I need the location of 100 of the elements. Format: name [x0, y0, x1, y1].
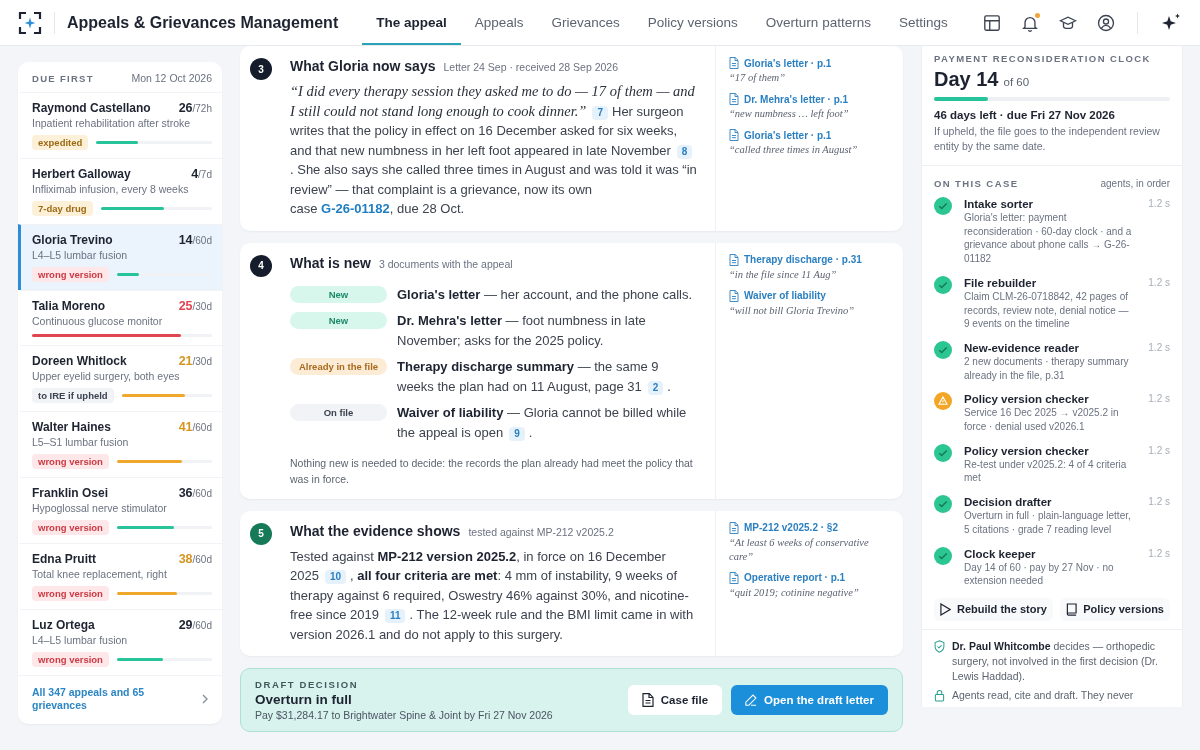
case-link[interactable]: G-26-01182	[321, 201, 390, 216]
agent-duration: 1.2 s	[1148, 340, 1170, 355]
agent-detail: Gloria's letter: payment reconsideration · 60-day clock · and a grievance about phone calls → G-26-01182	[964, 211, 1133, 266]
agent-duration: 1.2 s	[1148, 197, 1170, 211]
member-name: Edna Pruitt	[32, 552, 96, 566]
citation-link[interactable]: 2	[647, 380, 664, 395]
member-name: Doreen Whitlock	[32, 354, 127, 368]
agent-detail: Re-test under v2025.2: 4 of 4 criteria met	[964, 457, 1128, 486]
service-text: Infliximab infusion, every 8 weeks	[32, 183, 190, 195]
rebuild-story-button[interactable]: Rebuild the story	[934, 597, 1053, 621]
agent-duration: 1.2 s	[1148, 443, 1170, 458]
day-count: 41/60d	[178, 420, 212, 434]
all-appeals-link[interactable]: All 347 appeals and 65 grievances	[32, 686, 182, 712]
source-link[interactable]: Gloria's letter · p.1	[744, 129, 832, 141]
member-name: Gloria Trevino	[32, 233, 113, 247]
agents-heading: ON THIS CASE	[934, 178, 1019, 189]
service-text: Total knee replacement, right	[32, 568, 168, 580]
appeal-list-item[interactable]: Walter Haines 41/60d L5–S1 lumbar fusion wrong version	[18, 411, 222, 477]
source-link[interactable]: Operative report · p.1	[744, 572, 846, 583]
service-text: L4–L5 lumbar fusion	[32, 634, 129, 646]
agent-detail: Claim CLM-26-0718842, 42 pages of records, review note, denial notice — 9 events on the timeline	[964, 289, 1130, 331]
step-number: 3	[250, 58, 272, 80]
document-status-tag: On file	[290, 403, 387, 421]
nav-tab[interactable]: Overturn patterns	[751, 0, 885, 45]
agent-detail: 2 new documents · therapy summary already in the file, p.31	[964, 354, 1130, 383]
policy-versions-button[interactable]: Policy versions	[1060, 597, 1170, 621]
check-circle-icon	[934, 546, 952, 565]
appeal-list-item[interactable]: Talia Moreno 25/30d Continuous glucose monitor	[18, 290, 222, 345]
day-count: 25/30d	[178, 299, 212, 313]
appeal-list-item[interactable]: Raymond Castellano 26/72h Inpatient rehabilitation after stroke expedited	[18, 92, 222, 158]
shield-check-icon	[934, 639, 945, 653]
day-count: 14/60d	[178, 233, 212, 247]
check-circle-icon	[934, 340, 952, 359]
section-title: What is new	[290, 254, 371, 271]
queue-heading: DUE FIRST	[32, 72, 94, 84]
citation-link[interactable]: 9	[509, 426, 525, 441]
days-remaining: 46 days left · due Fri 27 Nov 2026	[934, 109, 1116, 121]
source-quote: “17 of them”	[729, 71, 786, 85]
document-status-tag: Already in the file	[290, 357, 387, 375]
appeal-list-item[interactable]: Edna Pruitt 38/60d Total knee replacement, right wrong version	[18, 543, 222, 609]
day-count: 36/60d	[178, 486, 212, 500]
account-icon[interactable]	[1097, 13, 1115, 32]
document-icon	[729, 289, 739, 302]
citation-link[interactable]: 8	[676, 144, 693, 159]
member-name: Raymond Castellano	[32, 101, 151, 115]
agent-duration: 1.2 s	[1148, 495, 1170, 510]
service-text: L5–S1 lumbar fusion	[32, 436, 130, 448]
appeal-list-item[interactable]: Gloria Trevino 14/60d L4–L5 lumbar fusion wrong version	[18, 224, 222, 290]
source-link[interactable]: Therapy discharge · p.31	[744, 254, 862, 265]
day-count: 29/60d	[178, 618, 212, 632]
document-summary: Waiver of liability — Gloria cannot be billed while the appeal is open 9 .	[397, 403, 688, 443]
source-link[interactable]: Dr. Mehra's letter · p.1	[744, 93, 849, 105]
status-tag: wrong version	[32, 453, 109, 469]
status-tag: wrong version	[32, 651, 109, 667]
appeal-list-item[interactable]: Doreen Whitlock 21/30d Upper eyelid surgery, both eyes to IRE if upheld	[18, 345, 222, 411]
clock-note: If upheld, the file goes to the independent review entity by the same date.	[934, 124, 1161, 153]
case-file-button[interactable]: Case file	[627, 685, 723, 715]
chevron-right-icon[interactable]	[202, 694, 208, 704]
status-tag: wrong version	[32, 519, 109, 535]
agents-order-note: agents, in order	[1100, 178, 1170, 189]
document-summary: Therapy discharge summary — the same 9 weeks the plan had on 11 August, page 31 2 .	[397, 357, 672, 397]
member-name: Herbert Galloway	[32, 167, 131, 181]
appeal-list-item[interactable]: Luz Ortega 29/60d L4–L5 lumbar fusion wrong version	[18, 609, 222, 675]
step-number: 4	[250, 254, 272, 277]
source-link[interactable]: MP-212 v2025.2 · §2	[744, 522, 838, 533]
service-text: Inpatient rehabilitation after stroke	[32, 117, 192, 129]
member-name: Talia Moreno	[32, 299, 106, 313]
section-note: Nothing new is needed to decide: the records the plan already had meet the policy that was in force.	[290, 455, 694, 487]
service-text: Upper eyelid surgery, both eyes	[32, 370, 181, 382]
agent-name: Intake sorter	[964, 197, 1035, 211]
citation-link[interactable]: 11	[384, 609, 406, 623]
citation-link[interactable]: 10	[324, 570, 347, 584]
layout-icon[interactable]	[983, 13, 1001, 32]
appeal-list-item[interactable]: Franklin Osei 36/60d Hypoglossal nerve stimulator wrong version	[18, 477, 222, 543]
section-meta: tested against MP-212 v2025.2	[468, 525, 614, 538]
source-quote: “called three times in August”	[729, 143, 859, 157]
decision-title: Overturn in full	[255, 692, 353, 707]
document-summary: Gloria's letter — her account, and the phone calls.	[397, 285, 694, 304]
source-quote: “in the file since 11 Aug”	[729, 267, 838, 282]
source-link[interactable]: Waiver of liability	[744, 290, 826, 301]
check-circle-icon	[934, 443, 952, 462]
nav-tab[interactable]: Settings	[884, 0, 962, 45]
nav-tab[interactable]: Policy versions	[633, 0, 752, 45]
nav-tab[interactable]: Appeals	[460, 0, 538, 45]
source-quote: “At least 6 weeks of conservative care”	[729, 535, 870, 564]
service-text: Continuous glucose monitor	[32, 315, 164, 327]
member-name: Walter Haines	[32, 420, 111, 434]
citation-link[interactable]: 7	[592, 105, 608, 120]
day-count: 26/72h	[178, 101, 212, 115]
open-letter-button[interactable]: Open the draft letter	[731, 685, 888, 715]
note-text: Agents read, cite and draft. They never	[952, 687, 1134, 703]
nav-tab[interactable]: Grievances	[537, 0, 634, 45]
document-icon	[729, 521, 739, 534]
agent-name: Policy version checker	[964, 392, 1090, 407]
source-link[interactable]: Gloria's letter · p.1	[744, 57, 832, 69]
pencil-icon	[745, 693, 758, 707]
document-summary: Dr. Mehra's letter — foot numbness in late November; asks for the 2025 policy.	[397, 311, 647, 350]
book-icon	[1066, 602, 1078, 616]
document-status-tag: New	[290, 311, 387, 329]
section-paragraph: “I did every therapy session they asked me to do — 17 of them — and I still could not stand long enough to cook dinner.” 7 Her surgeon writes that the policy in effect on 16 December asked for six weeks, and that new numbness in her left foot appeared in late November 8 . She also says she called three times in August and was told it was “in review” — that complaint is a grievance, now its own case G-26-01182, due 28 Oct.	[290, 82, 697, 218]
